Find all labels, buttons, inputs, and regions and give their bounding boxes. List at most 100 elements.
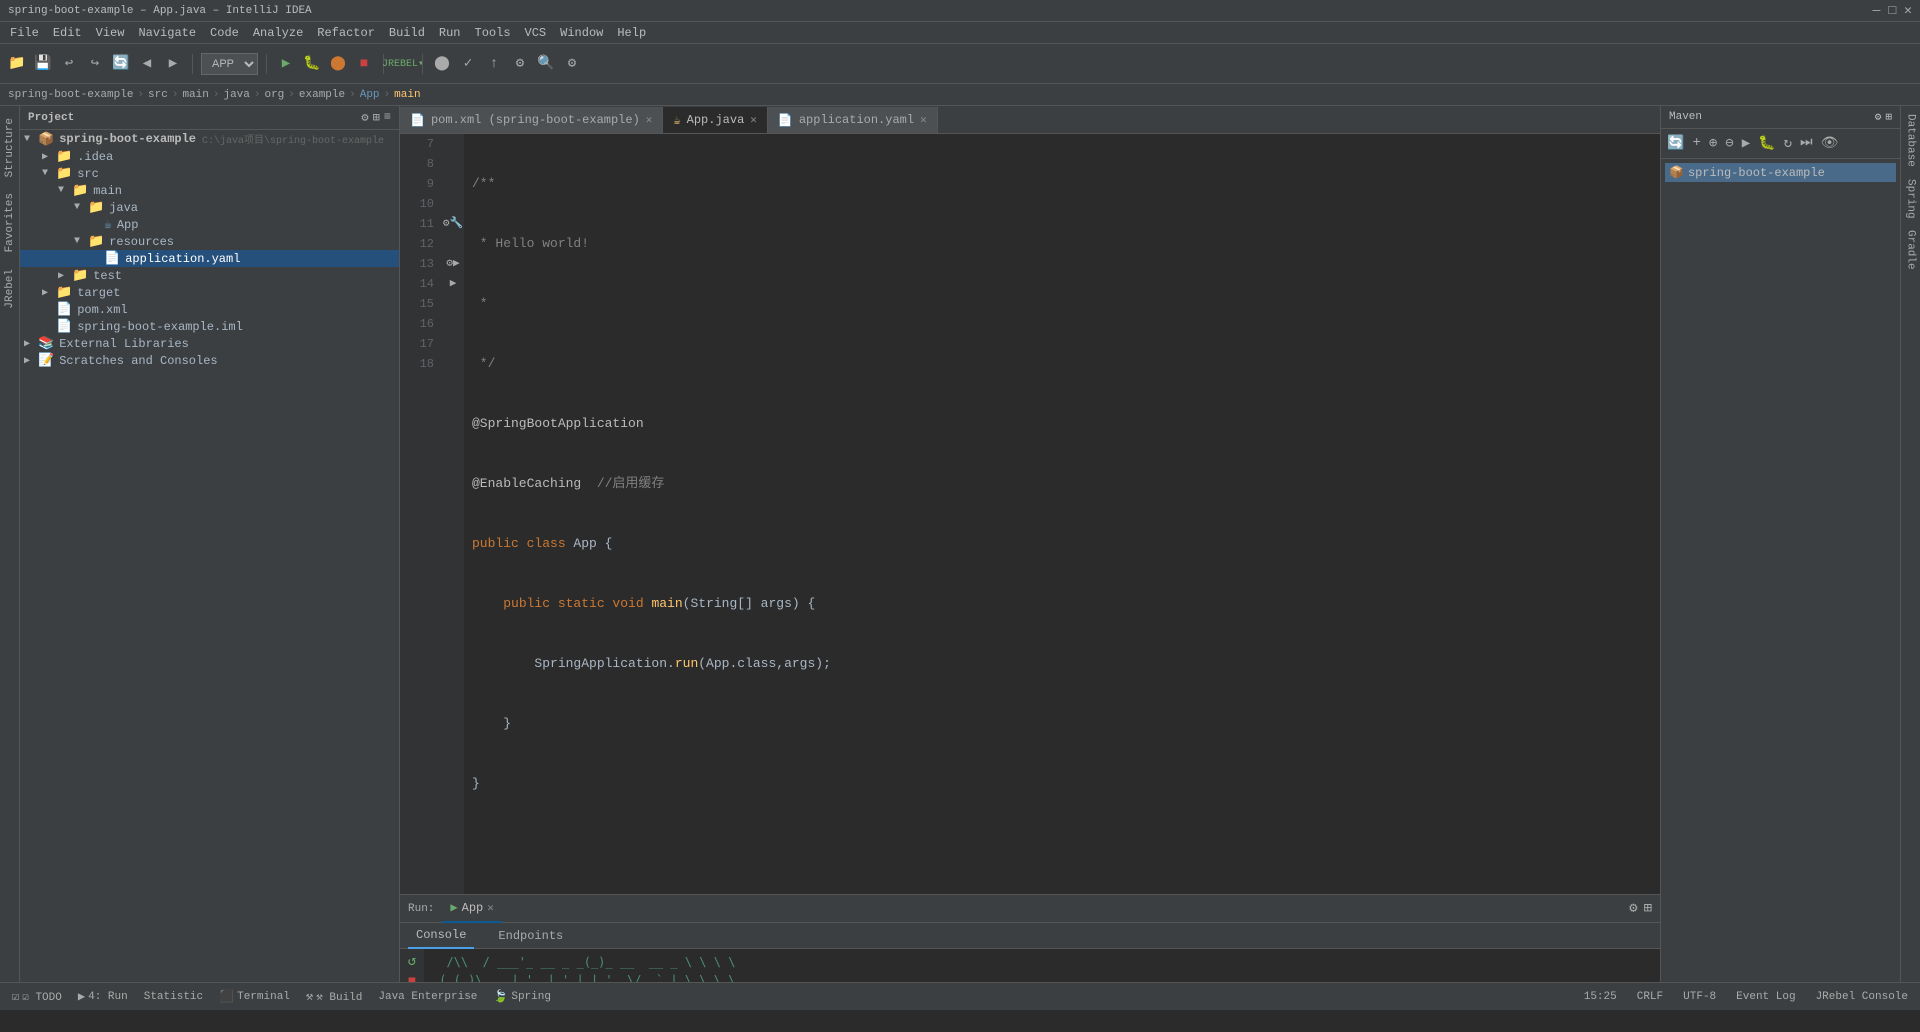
line-col-item[interactable]: 15:25 bbox=[1580, 989, 1621, 1005]
breadcrumb-src[interactable]: src bbox=[148, 89, 168, 101]
database-tab[interactable]: Database bbox=[1903, 110, 1919, 171]
menu-item-help[interactable]: Help bbox=[611, 24, 652, 42]
appjava-tab-close[interactable]: ✕ bbox=[750, 113, 757, 127]
endpoints-tab[interactable]: Endpoints bbox=[490, 923, 571, 949]
sync-button[interactable]: 🔄 bbox=[110, 53, 132, 75]
tree-src[interactable]: ▼ 📁 src bbox=[20, 165, 399, 182]
maven-root-item[interactable]: 📦 spring-boot-example bbox=[1665, 163, 1896, 182]
tree-resources[interactable]: ▼ 📁 resources bbox=[20, 233, 399, 250]
breadcrumb-mainfn[interactable]: main bbox=[394, 89, 420, 101]
maven-float-icon[interactable]: ⊞ bbox=[1885, 110, 1892, 124]
tree-iml[interactable]: ▶ 📄 spring-boot-example.iml bbox=[20, 318, 399, 335]
tools-button[interactable]: ⚙ bbox=[509, 53, 531, 75]
maven-lifecycle-icon[interactable]: ↻ bbox=[1782, 133, 1794, 154]
float-icon[interactable]: ⊞ bbox=[1644, 900, 1652, 917]
close-button[interactable]: ✕ bbox=[1904, 3, 1912, 18]
minimize-button[interactable]: — bbox=[1873, 3, 1881, 18]
settings-icon[interactable]: ≡ bbox=[384, 110, 391, 125]
tab-appyaml[interactable]: 📄 application.yaml ✕ bbox=[768, 107, 938, 133]
menu-item-vcs[interactable]: VCS bbox=[519, 24, 553, 42]
redo-button[interactable]: ↪ bbox=[84, 53, 106, 75]
code-content[interactable]: /** * Hello world! * */ @SpringBootAppli… bbox=[464, 134, 1660, 894]
structure-tab[interactable]: Structure bbox=[2, 110, 18, 185]
spring-item[interactable]: 🍃 Spring bbox=[489, 987, 555, 1006]
tree-scratches[interactable]: ▶ 📝 Scratches and Consoles bbox=[20, 352, 399, 369]
window-controls[interactable]: — □ ✕ bbox=[1873, 3, 1912, 18]
gradle-side-tab[interactable]: Gradle bbox=[1903, 226, 1919, 274]
run-item[interactable]: ▶ 4: Run bbox=[74, 987, 132, 1006]
charset-item[interactable]: UTF-8 bbox=[1679, 989, 1720, 1005]
menu-item-code[interactable]: Code bbox=[204, 24, 245, 42]
menu-item-view[interactable]: View bbox=[90, 24, 131, 42]
console-tab[interactable]: Console bbox=[408, 923, 474, 949]
menu-item-run[interactable]: Run bbox=[433, 24, 467, 42]
appyaml-tab-close[interactable]: ✕ bbox=[920, 113, 927, 127]
maven-collapse-all-icon[interactable]: ⊖ bbox=[1723, 133, 1735, 154]
breadcrumb-app[interactable]: App bbox=[360, 89, 380, 101]
menu-item-analyze[interactable]: Analyze bbox=[247, 24, 309, 42]
run-cover-button[interactable]: ⬤ bbox=[327, 53, 349, 75]
maven-expand-all-icon[interactable]: ⊕ bbox=[1707, 133, 1719, 154]
push-button[interactable]: ↑ bbox=[483, 53, 505, 75]
pom-tab-close[interactable]: ✕ bbox=[646, 113, 653, 127]
settings-button[interactable]: ⚙ bbox=[561, 53, 583, 75]
tab-appjava[interactable]: ☕ App.java ✕ bbox=[663, 107, 767, 133]
maven-run-icon[interactable]: ▶ bbox=[1740, 133, 1752, 154]
crlf-item[interactable]: CRLF bbox=[1633, 989, 1667, 1005]
maven-settings-icon[interactable]: ⚙ bbox=[1875, 110, 1882, 124]
maximize-button[interactable]: □ bbox=[1888, 3, 1896, 18]
back-button[interactable]: ◀ bbox=[136, 53, 158, 75]
menu-item-window[interactable]: Window bbox=[554, 24, 609, 42]
app-run-tab[interactable]: ▶ App ✕ bbox=[442, 895, 501, 923]
breadcrumb-main[interactable]: main bbox=[182, 89, 208, 101]
build-button[interactable]: ▶ bbox=[275, 53, 297, 75]
event-log-item[interactable]: Event Log bbox=[1732, 989, 1799, 1005]
stop-icon[interactable]: ■ bbox=[408, 974, 416, 982]
breadcrumb-project[interactable]: spring-boot-example bbox=[8, 89, 133, 101]
tree-org-example[interactable]: ▶ ☕ App bbox=[20, 216, 399, 233]
todo-item[interactable]: ☑ ☑ TODO bbox=[8, 987, 66, 1006]
statistic-item[interactable]: Statistic bbox=[140, 989, 207, 1005]
jrebel-button[interactable]: JREBEL▾ bbox=[392, 53, 414, 75]
menu-item-edit[interactable]: Edit bbox=[47, 24, 88, 42]
tree-java[interactable]: ▼ 📁 java bbox=[20, 199, 399, 216]
debug-button[interactable]: 🐛 bbox=[301, 53, 323, 75]
maven-show-icon[interactable]: 👁 bbox=[1819, 133, 1841, 154]
save-button[interactable]: 💾 bbox=[32, 53, 54, 75]
app-run-close[interactable]: ✕ bbox=[487, 901, 494, 915]
terminal-item[interactable]: ⬛ Terminal bbox=[215, 987, 294, 1006]
open-button[interactable]: 📁 bbox=[6, 53, 28, 75]
stop-button[interactable]: ■ bbox=[353, 53, 375, 75]
expand-icon[interactable]: ⊞ bbox=[373, 110, 380, 125]
tree-pom[interactable]: ▶ 📄 pom.xml bbox=[20, 301, 399, 318]
cog-icon[interactable]: ⚙ bbox=[361, 110, 368, 125]
maven-plus-icon[interactable]: + bbox=[1690, 133, 1702, 154]
tree-idea[interactable]: ▶ 📁 .idea bbox=[20, 148, 399, 165]
undo-button[interactable]: ↩ bbox=[58, 53, 80, 75]
app-selector[interactable]: APP bbox=[201, 53, 258, 75]
menu-item-navigate[interactable]: Navigate bbox=[132, 24, 202, 42]
commit-button[interactable]: ✓ bbox=[457, 53, 479, 75]
forward-button[interactable]: ▶ bbox=[162, 53, 184, 75]
breadcrumb-org[interactable]: org bbox=[264, 89, 284, 101]
menu-item-tools[interactable]: Tools bbox=[469, 24, 517, 42]
breadcrumb-example[interactable]: example bbox=[299, 89, 345, 101]
jrebel-console-item[interactable]: JRebel Console bbox=[1812, 989, 1912, 1005]
breadcrumb-java[interactable]: java bbox=[223, 89, 249, 101]
maven-skip-icon[interactable]: ⏭ bbox=[1798, 133, 1815, 154]
menu-item-refactor[interactable]: Refactor bbox=[311, 24, 381, 42]
code-editor[interactable]: 7 8 9 10 11 12 13 14 15 16 17 18 bbox=[400, 134, 1660, 894]
menu-item-file[interactable]: File bbox=[4, 24, 45, 42]
maven-sync-icon[interactable]: 🔄 bbox=[1665, 133, 1686, 154]
gear-icon[interactable]: ⚙ bbox=[1629, 900, 1637, 917]
jrebel-side-tab[interactable]: JRebel bbox=[2, 261, 18, 317]
menu-item-build[interactable]: Build bbox=[383, 24, 431, 42]
build-item[interactable]: ⚒ ⚒ Build bbox=[302, 987, 366, 1006]
tab-pom[interactable]: 📄 pom.xml (spring-boot-example) ✕ bbox=[400, 107, 663, 133]
maven-debug-icon[interactable]: 🐛 bbox=[1756, 133, 1777, 154]
search-button[interactable]: 🔍 bbox=[535, 53, 557, 75]
spring-side-tab[interactable]: Spring bbox=[1903, 175, 1919, 223]
tree-target[interactable]: ▶ 📁 target bbox=[20, 284, 399, 301]
tree-main[interactable]: ▼ 📁 main bbox=[20, 182, 399, 199]
tree-external-libs[interactable]: ▶ 📚 External Libraries bbox=[20, 335, 399, 352]
